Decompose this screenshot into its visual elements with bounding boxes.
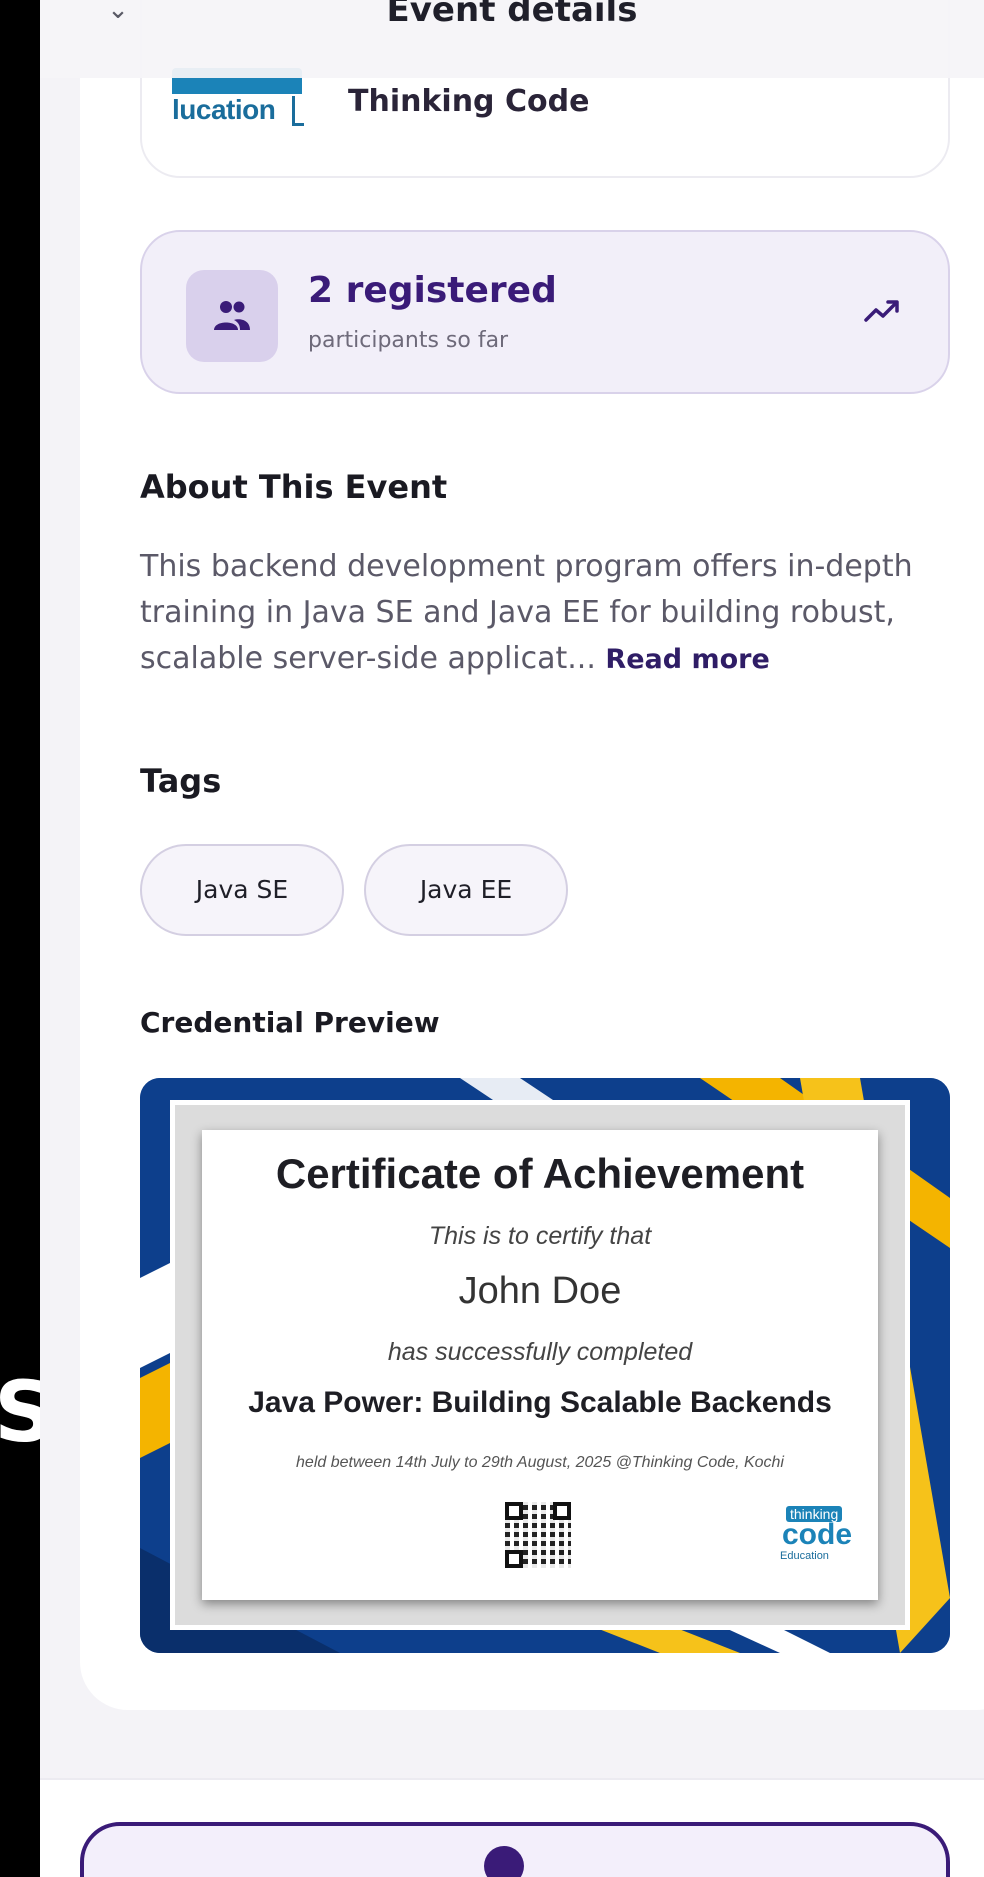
tag-java-se[interactable]: Java SE [140,844,344,936]
registration-card: 2 registered participants so far [140,230,950,394]
logo-word: lucation [172,94,276,125]
tags-heading: Tags [140,762,222,800]
certificate-title: Certificate of Achievement [275,1150,805,1197]
certificate-intro: This is to certify that [428,1222,652,1250]
top-bar: ⌄ Event details [40,0,984,78]
qr-code-icon [505,1502,571,1568]
register-button[interactable] [80,1822,950,1877]
read-more-link[interactable]: Read more [605,644,769,675]
bottom-action-bar [40,1778,984,1877]
about-body-text: This backend development program offers … [140,549,913,676]
qr-corner-tl [505,1502,523,1520]
certificate-logo-bottom: Education [780,1550,829,1562]
screen: lucation Thinking Code 2 registered part… [40,0,984,1877]
certificate-held-text: held between 14th July to 29th August, 2… [296,1454,784,1471]
registered-subtitle: participants so far [308,328,509,353]
certificate-logo-mid: code [782,1518,853,1551]
logo-bracket [292,96,304,126]
registered-count: 2 registered [308,270,557,311]
left-edge: S [0,0,55,1877]
certificate-paper: Certificate of Achievement This is to ce… [202,1130,878,1600]
certificate-recipient: John Doe [458,1270,622,1312]
credential-heading: Credential Preview [140,1006,440,1039]
certificate-completion-text: has successfully completed [387,1338,693,1366]
certificate-logo: thinking code Education [776,1506,856,1566]
qr-corner-bl [505,1550,523,1568]
about-description: This backend development program offers … [140,544,960,683]
about-heading: About This Event [140,468,448,506]
organizer-name: Thinking Code [348,84,590,119]
organizer-logo: lucation [172,68,304,132]
qr-corner-tr [553,1502,571,1520]
page-title: Event details [386,0,638,30]
certificate-preview[interactable]: Certificate of Achievement This is to ce… [140,1078,950,1653]
people-icon [186,270,278,362]
certificate-course: Java Power: Building Scalable Backends [248,1386,832,1419]
trending-up-icon [862,296,902,326]
button-icon [484,1846,524,1877]
tag-java-ee[interactable]: Java EE [364,844,568,936]
